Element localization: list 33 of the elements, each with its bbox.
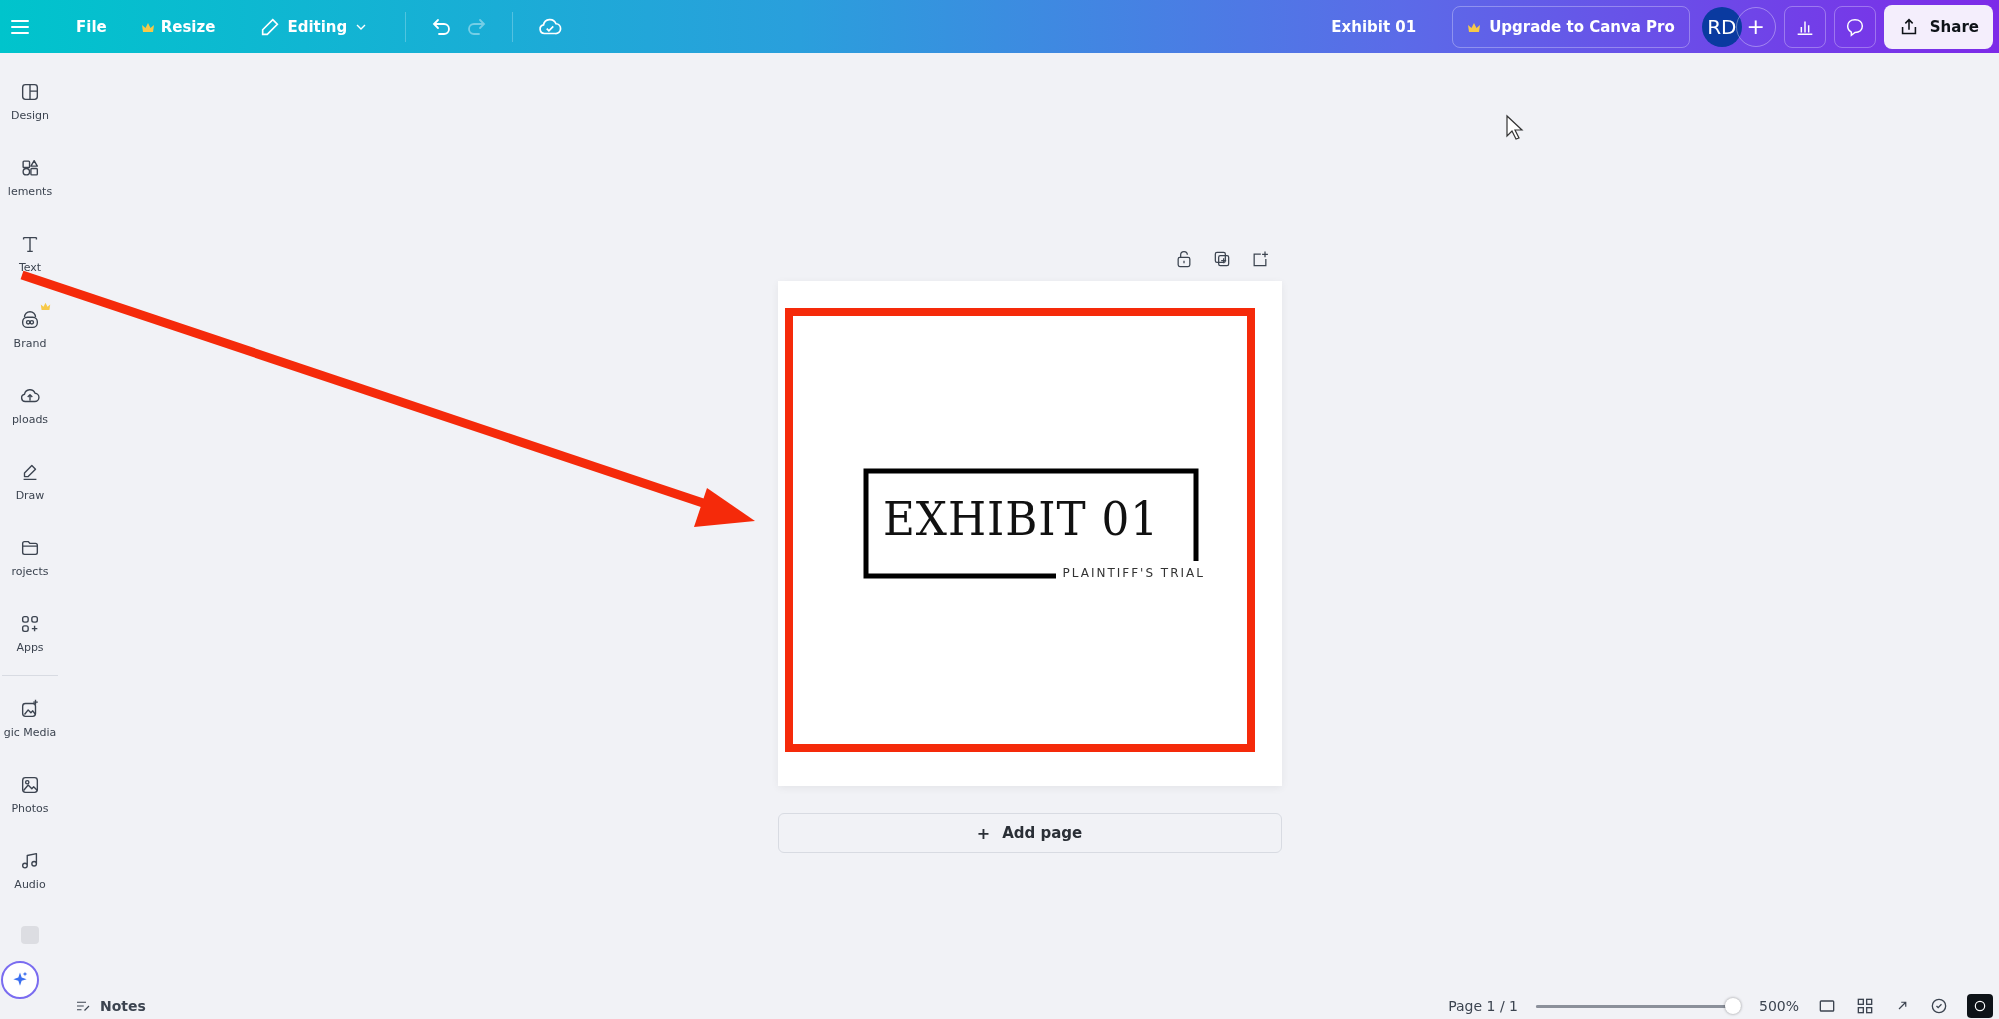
mouse-cursor-icon (1506, 114, 1524, 140)
sidebar-item[interactable]: rojects (0, 519, 60, 595)
check-circle-icon[interactable] (1929, 996, 1949, 1016)
grid-view-icon[interactable] (1855, 996, 1875, 1016)
sidebar-item[interactable]: ploads (0, 367, 60, 443)
circle-icon (1973, 998, 1987, 1014)
upgrade-button[interactable]: Upgrade to Canva Pro (1452, 5, 1690, 48)
exhibit-subtitle: PLAINTIFF'S TRIAL (1062, 565, 1205, 580)
sidebar-item[interactable]: Photos (0, 756, 60, 832)
document-title[interactable]: Exhibit 01 (1331, 17, 1417, 36)
sidebar-item[interactable]: Draw (0, 443, 60, 519)
exhibit-title: EXHIBIT 01 (882, 491, 1159, 546)
sidebar-item[interactable]: Brand (0, 291, 60, 367)
design-page[interactable]: EXHIBIT 01 PLAINTIFF'S TRIAL (777, 281, 1282, 786)
sidebar-item[interactable]: Design (0, 63, 60, 139)
add-page-button[interactable]: + Add page (777, 813, 1282, 853)
insights-button[interactable] (1783, 5, 1826, 48)
magic-image-icon (19, 697, 41, 720)
sidebar-item[interactable]: lements (0, 139, 60, 215)
help-button[interactable] (1967, 994, 1993, 1018)
brand-kit-icon (19, 308, 41, 331)
sidebar-item[interactable]: Text (0, 215, 60, 291)
sidebar-item[interactable]: gic Media (0, 680, 60, 756)
magic-assistant-button[interactable] (1, 961, 39, 999)
user-avatar[interactable]: RD (1701, 6, 1742, 47)
notes-button[interactable]: Notes (68, 996, 152, 1016)
page-count[interactable]: Page 1 / 1 (1448, 998, 1518, 1014)
share-button[interactable]: Share (1883, 4, 1993, 49)
zoom-value[interactable]: 500% (1758, 998, 1799, 1014)
zoom-slider-thumb[interactable] (1724, 998, 1741, 1014)
comment-button[interactable] (1833, 5, 1876, 48)
sidebar-item[interactable]: Audio (0, 832, 60, 908)
sidebar-item[interactable]: Apps (0, 595, 60, 671)
